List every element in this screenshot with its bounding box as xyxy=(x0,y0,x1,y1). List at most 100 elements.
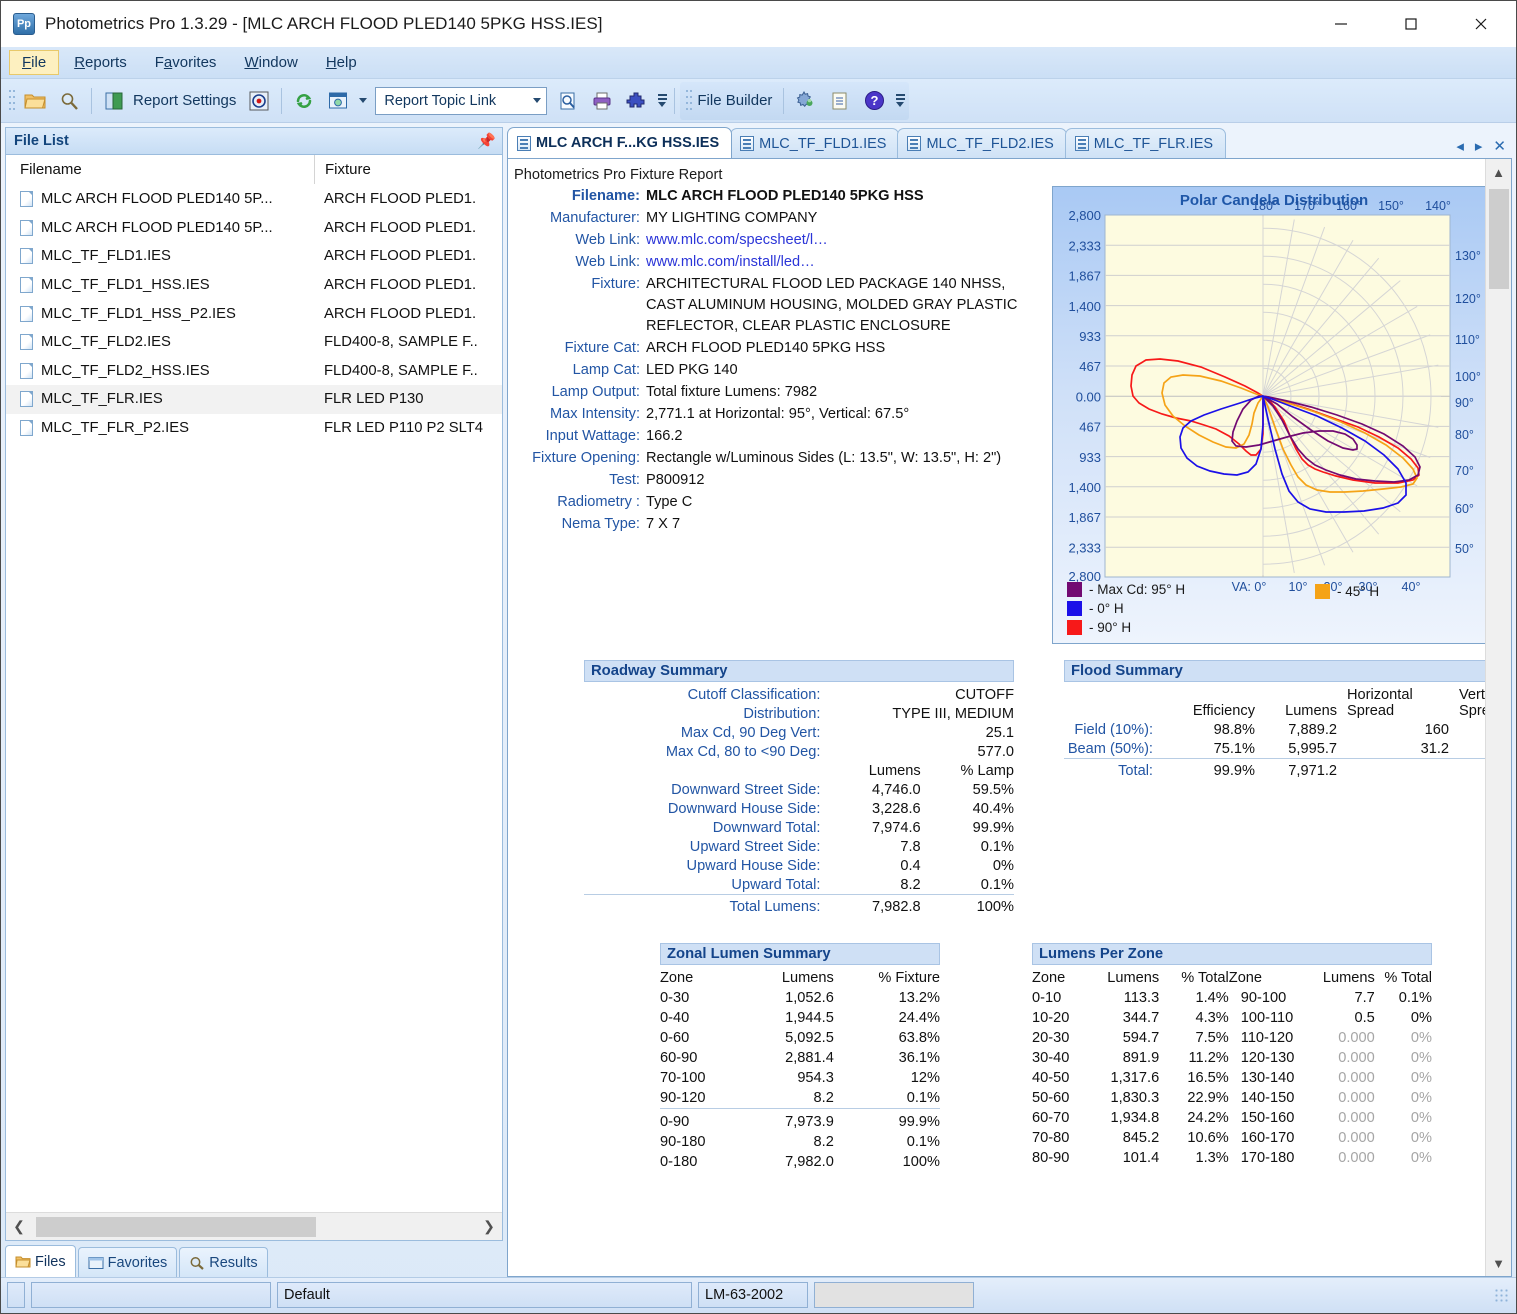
file-list-row[interactable]: MLC_TF_FLR.IES FLR LED P130 xyxy=(6,385,502,414)
document-tab[interactable]: MLC_TF_FLD2.IES xyxy=(897,128,1067,158)
file-list-row[interactable]: MLC ARCH FLOOD PLED140 5P... ARCH FLOOD P… xyxy=(6,214,502,243)
report-settings-label[interactable]: Report Settings xyxy=(131,92,242,109)
vscroll-thumb[interactable] xyxy=(1488,189,1509,289)
toolbar-separator-2 xyxy=(281,87,283,114)
document-tab[interactable]: MLC_TF_FLD1.IES xyxy=(730,128,900,158)
lpz-pct-b: 0% xyxy=(1410,1149,1432,1166)
zonal-lumens: 8.2 xyxy=(813,1089,834,1106)
file-list-row[interactable]: MLC_TF_FLD1_HSS.IES ARCH FLOOD PLED1. xyxy=(6,271,502,300)
file-list-row[interactable]: MLC_TF_FLR_P2.IES FLR LED P110 P2 SLT4 xyxy=(6,414,502,443)
column-header-fixture[interactable]: Fixture xyxy=(314,155,502,184)
menu-reports[interactable]: Reports xyxy=(61,50,140,75)
legend-label-45h: - 45° H xyxy=(1337,583,1380,599)
document-icon xyxy=(1074,136,1089,151)
menu-file[interactable]: File xyxy=(9,50,60,75)
hscroll-track[interactable] xyxy=(32,1213,476,1240)
svg-text:180°: 180° xyxy=(1252,199,1278,213)
refresh-icon[interactable] xyxy=(287,84,321,118)
svg-text:160°: 160° xyxy=(1336,199,1362,213)
report-settings-icon[interactable] xyxy=(97,84,131,118)
tab-files[interactable]: Files xyxy=(5,1245,76,1277)
tab-results[interactable]: Results xyxy=(179,1247,268,1277)
toolbar-grip[interactable] xyxy=(8,87,15,114)
file-builder-grip[interactable] xyxy=(685,87,693,114)
fixture-info-label: Input Wattage: xyxy=(545,428,640,444)
column-header-filename[interactable]: Filename xyxy=(6,161,314,178)
zonal-pct: 63.8% xyxy=(898,1029,940,1046)
scroll-down-icon[interactable]: ▼ xyxy=(1486,1250,1512,1276)
close-button[interactable] xyxy=(1446,1,1516,47)
pin-icon[interactable]: 📌 xyxy=(477,132,496,150)
printer-icon[interactable] xyxy=(585,84,619,118)
file-list-row[interactable]: MLC ARCH FLOOD PLED140 5P... ARCH FLOOD P… xyxy=(6,185,502,214)
document-vscrollbar[interactable]: ▲ ▼ xyxy=(1485,159,1511,1276)
flood-col-header: Horizontal Spread xyxy=(1347,686,1413,719)
help-icon[interactable]: ? xyxy=(857,84,891,118)
window-icon[interactable] xyxy=(321,84,355,118)
file-list-rows: MLC ARCH FLOOD PLED140 5P... ARCH FLOOD P… xyxy=(6,185,502,1212)
hscroll-thumb[interactable] xyxy=(36,1216,316,1237)
magnifier-icon[interactable] xyxy=(52,84,86,118)
open-folder-icon[interactable] xyxy=(18,84,52,118)
menu-help[interactable]: Help xyxy=(313,50,370,75)
tab-next-icon[interactable]: ▸ xyxy=(1475,139,1483,154)
zonal-lumens: 954.3 xyxy=(797,1069,834,1086)
file-list-row[interactable]: MLC_TF_FLD2.IES FLD400-8, SAMPLE F.. xyxy=(6,328,502,357)
chevron-left-icon[interactable]: ❮ xyxy=(6,1214,32,1240)
file-list-row[interactable]: MLC_TF_FLD1_HSS_P2.IES ARCH FLOOD PLED1. xyxy=(6,299,502,328)
tab-favorites[interactable]: Favorites xyxy=(77,1247,178,1277)
fixture-info-value: P800912 xyxy=(646,472,705,488)
report-topic-link-combo[interactable]: Report Topic Link xyxy=(375,86,548,115)
document-tab-label: MLC_TF_FLR.IES xyxy=(1093,135,1214,152)
legend-item-90h: - 90° H xyxy=(1067,618,1307,636)
resize-grip[interactable] xyxy=(1494,1287,1508,1302)
maximize-button[interactable] xyxy=(1376,1,1446,47)
plugin-icon[interactable] xyxy=(619,84,653,118)
roadway-value: 25.1 xyxy=(985,724,1014,741)
fixture-info-value[interactable]: www.mlc.com/install/led… xyxy=(646,252,815,273)
spacer xyxy=(584,761,827,780)
fixture-info-row: Test: P800912 xyxy=(512,470,1042,491)
chevron-right-icon[interactable]: ❯ xyxy=(476,1214,502,1240)
file-list-hscrollbar[interactable]: ❮ ❯ xyxy=(6,1212,502,1240)
file-builder-label[interactable]: File Builder xyxy=(695,92,778,109)
file-row-fixture: FLR LED P130 xyxy=(324,391,424,408)
minimize-button[interactable] xyxy=(1306,1,1376,47)
document-tab[interactable]: MLC ARCH F...KG HSS.IES xyxy=(507,127,733,158)
print-preview-icon[interactable] xyxy=(551,84,585,118)
lpz-lumens-a: 344.7 xyxy=(1122,1009,1160,1026)
file-list-row[interactable]: MLC_TF_FLD1.IES ARCH FLOOD PLED1. xyxy=(6,242,502,271)
flood-col-header: Lumens xyxy=(1285,702,1337,719)
fixture-info-value: 166.2 xyxy=(646,428,683,444)
tab-close-icon[interactable]: ✕ xyxy=(1493,139,1506,154)
file-list-row[interactable]: MLC_TF_FLD2_HSS.IES FLD400-8, SAMPLE F.. xyxy=(6,357,502,386)
main-body: File List 📌 Filename Fixture MLC ARCH FL… xyxy=(1,123,1516,1277)
file-row-filename: MLC_TF_FLD1_HSS.IES xyxy=(6,277,314,294)
file-list: Filename Fixture MLC ARCH FLOOD PLED140 … xyxy=(5,155,503,1241)
notepad-icon[interactable] xyxy=(823,84,857,118)
chevron-down-icon[interactable] xyxy=(355,84,371,118)
menu-favorites[interactable]: Favorites xyxy=(142,50,230,75)
tab-prev-icon[interactable]: ◂ xyxy=(1456,139,1464,154)
fixture-info-label: Fixture Opening: xyxy=(532,450,640,466)
scroll-up-icon[interactable]: ▲ xyxy=(1486,159,1512,185)
target-icon[interactable] xyxy=(242,84,276,118)
flood-total-vspread xyxy=(1449,758,1485,781)
vscroll-track[interactable] xyxy=(1486,185,1512,1250)
roadway-label: Downward Total: xyxy=(712,819,821,836)
lpz-col-pct-b: % Total xyxy=(1384,969,1432,986)
gear-person-icon[interactable] xyxy=(789,84,823,118)
combo-chevron-down-icon xyxy=(533,98,542,103)
fixture-info-value[interactable]: www.mlc.com/specsheet/l… xyxy=(646,230,828,251)
status-cell-1 xyxy=(31,1281,271,1308)
fixture-info-row: Radiometry : Type C xyxy=(512,492,1042,513)
toolbar-overflow-icon[interactable] xyxy=(655,94,669,107)
zonal-summary-zone: 90-180 xyxy=(660,1133,706,1150)
document-tab[interactable]: MLC_TF_FLR.IES xyxy=(1064,128,1227,158)
file-builder-overflow-icon[interactable] xyxy=(893,94,907,107)
status-cell-standard: LM-63-2002 xyxy=(698,1281,808,1308)
flood-hspread: 160 xyxy=(1424,721,1449,738)
svg-text:150°: 150° xyxy=(1378,199,1404,213)
menu-window[interactable]: Window xyxy=(231,50,310,75)
flood-efficiency: 98.8% xyxy=(1213,721,1255,738)
